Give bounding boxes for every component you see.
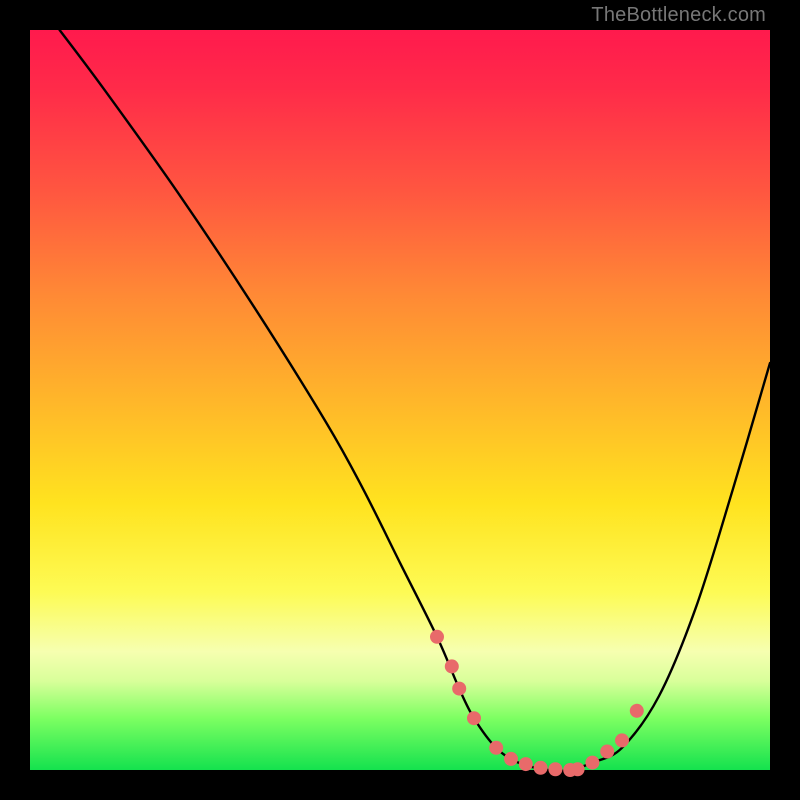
highlight-dot <box>445 659 459 673</box>
highlight-dot <box>600 745 614 759</box>
highlight-dot <box>534 761 548 775</box>
highlight-dot <box>630 704 644 718</box>
bottleneck-curve <box>60 30 770 771</box>
highlight-dot <box>467 711 481 725</box>
curve-layer <box>30 30 770 770</box>
highlight-dot <box>519 757 533 771</box>
highlight-dot <box>504 752 518 766</box>
highlight-dot <box>585 756 599 770</box>
plot-area <box>30 30 770 770</box>
highlight-dots <box>430 630 644 777</box>
highlight-dot <box>615 733 629 747</box>
highlight-dot <box>489 741 503 755</box>
highlight-dot <box>548 762 562 776</box>
watermark-text: TheBottleneck.com <box>591 4 766 27</box>
highlight-dot <box>452 682 466 696</box>
highlight-dot <box>571 762 585 776</box>
highlight-dot <box>430 630 444 644</box>
chart-stage: TheBottleneck.com <box>0 0 800 800</box>
